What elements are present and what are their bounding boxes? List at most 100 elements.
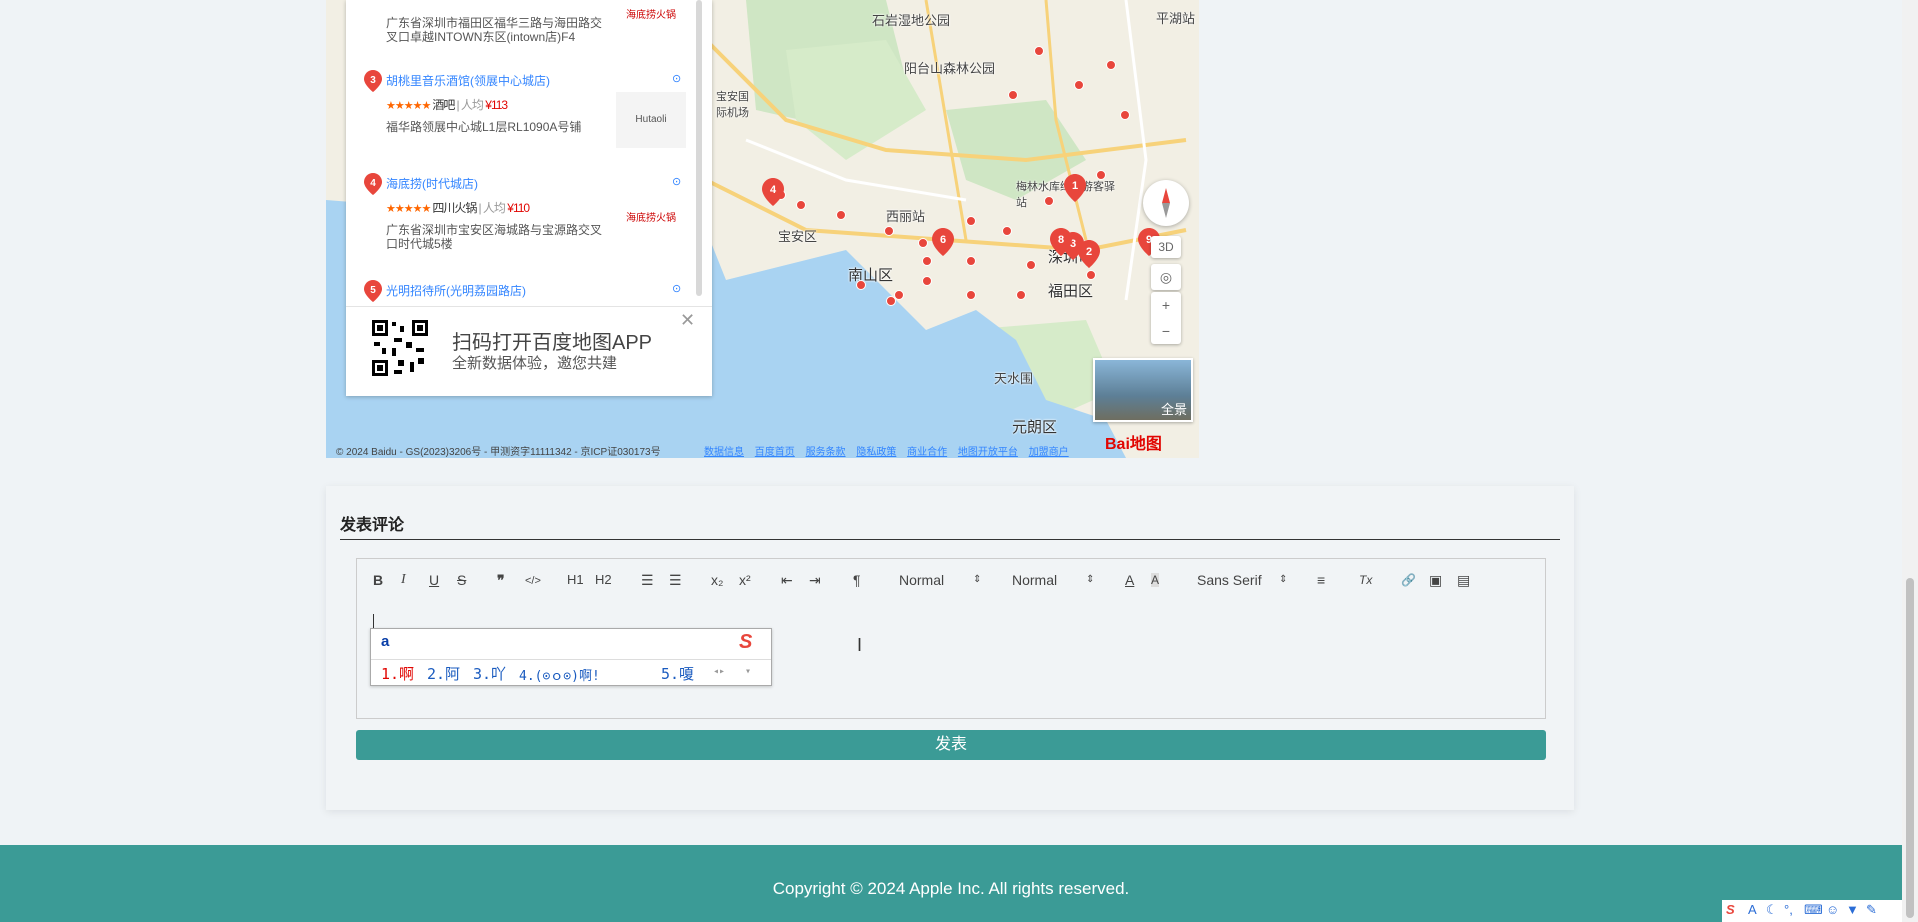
page-scrollbar[interactable] xyxy=(1902,0,1918,922)
superscript-button[interactable]: x² xyxy=(739,573,751,587)
map-marker[interactable]: 4 xyxy=(762,178,784,206)
header-1-button[interactable]: H1 xyxy=(567,573,584,587)
bold-button[interactable]: B xyxy=(373,573,383,587)
poi-dot[interactable] xyxy=(1016,290,1026,300)
poi-dot[interactable] xyxy=(1096,170,1106,180)
header-2-button[interactable]: H2 xyxy=(595,573,612,587)
map-label: 西丽站 xyxy=(886,209,926,224)
poi-dot[interactable] xyxy=(966,256,976,266)
map-link[interactable]: 隐私政策 xyxy=(856,447,896,458)
map-marker[interactable]: 6 xyxy=(932,228,954,256)
code-block-button[interactable]: </> xyxy=(525,574,541,588)
submit-button[interactable]: 发表 xyxy=(356,730,1546,760)
3d-toggle-button[interactable]: 3D xyxy=(1151,236,1181,258)
poi-dot[interactable] xyxy=(966,290,976,300)
result-item[interactable]: 广东省深圳市福田区福华三路与海田路交叉口卓越INTOWN东区(intown店)F… xyxy=(346,0,696,56)
poi-dot[interactable] xyxy=(1074,80,1084,90)
ordered-list-button[interactable]: ☰ xyxy=(641,573,654,587)
outdent-button[interactable]: ⇤ xyxy=(781,573,793,587)
align-button[interactable]: ≡ xyxy=(1317,573,1325,587)
poi-dot[interactable] xyxy=(884,226,894,236)
text-direction-button[interactable]: ¶ xyxy=(853,573,861,587)
skin-icon[interactable]: ▼ xyxy=(1846,902,1859,917)
moon-icon[interactable]: ☾ xyxy=(1766,902,1778,918)
poi-dot[interactable] xyxy=(1120,110,1130,120)
font-select[interactable]: Sans Serif ⇕ xyxy=(1197,573,1287,587)
location-pin-icon[interactable]: ⊙ xyxy=(672,72,682,86)
user-icon[interactable]: ☺ xyxy=(1826,902,1839,917)
zoom-out-button[interactable]: − xyxy=(1151,318,1181,344)
result-title[interactable]: 光明招待所(光明荔园路店) xyxy=(386,282,526,299)
poi-dot[interactable] xyxy=(856,280,866,290)
strike-button[interactable]: S xyxy=(457,573,466,587)
subscript-button[interactable]: x₂ xyxy=(711,573,723,587)
zoom-in-button[interactable]: + xyxy=(1151,292,1181,318)
poi-dot[interactable] xyxy=(922,256,932,266)
result-title[interactable]: 胡桃里音乐酒馆(领展中心城店) xyxy=(386,72,550,89)
link-button[interactable]: 🔗 xyxy=(1401,573,1416,587)
close-icon[interactable]: ✕ xyxy=(680,310,695,331)
map-link[interactable]: 服务条款 xyxy=(806,447,846,458)
poi-dot[interactable] xyxy=(886,296,896,306)
punctuation-icon[interactable]: °, xyxy=(1784,902,1793,917)
map-marker[interactable]: 1 xyxy=(1064,174,1086,202)
result-title[interactable]: 海底捞(时代城店) xyxy=(386,175,478,192)
map-marker[interactable]: 8 xyxy=(1050,228,1072,256)
image-button[interactable]: ▣ xyxy=(1429,573,1442,587)
poi-dot[interactable] xyxy=(1008,90,1018,100)
result-item[interactable]: 5 光明招待所(光明荔园路店) ⊙ xyxy=(346,280,696,302)
footer-copyright: Copyright © 2024 Apple Inc. All rights r… xyxy=(772,879,1130,898)
text-color-button[interactable]: A xyxy=(1125,573,1134,587)
ime-candidate[interactable]: 2.阿 xyxy=(427,663,460,684)
map-link[interactable]: 加盟商户 xyxy=(1029,447,1069,458)
background-color-button[interactable]: A xyxy=(1151,573,1160,587)
poi-dot[interactable] xyxy=(1044,196,1054,206)
poi-dot[interactable] xyxy=(836,210,846,220)
poi-dot[interactable] xyxy=(1026,260,1036,270)
location-pin-icon[interactable]: ⊙ xyxy=(672,175,682,189)
poi-dot[interactable] xyxy=(1106,60,1116,70)
settings-icon[interactable]: ✎ xyxy=(1866,902,1877,918)
result-item[interactable]: 3 胡桃里音乐酒馆(领展中心城店) ★★★★★ 酒吧 | 人均 ¥113 福华路… xyxy=(346,70,696,160)
sogou-logo-icon[interactable]: S xyxy=(1726,902,1735,917)
result-item[interactable]: 4 海底捞(时代城店) ★★★★★ 四川火锅 | 人均 ¥110 广东省深圳市宝… xyxy=(346,173,696,263)
compass-control[interactable] xyxy=(1143,180,1189,226)
indent-button[interactable]: ⇥ xyxy=(809,573,821,587)
poi-dot[interactable] xyxy=(1002,226,1012,236)
ime-page-arrows-icon[interactable]: ◂▸ xyxy=(713,666,725,677)
clean-format-button[interactable]: Tx xyxy=(1359,573,1372,587)
map-link[interactable]: 数据信息 xyxy=(704,447,744,458)
italic-button[interactable]: I xyxy=(401,573,406,587)
poi-dot[interactable] xyxy=(922,276,932,286)
ime-candidate[interactable]: 3.吖 xyxy=(473,663,506,684)
price-label: 人均 xyxy=(482,201,506,215)
ime-candidate[interactable]: 4.(⊙ｏ⊙)啊! xyxy=(519,665,600,684)
scrollbar-thumb[interactable] xyxy=(1906,578,1914,918)
price-value: ¥113 xyxy=(485,98,508,112)
size-select[interactable]: Normal ⇕ xyxy=(1012,573,1094,587)
ime-expand-icon[interactable]: ▾ xyxy=(745,666,751,677)
panorama-button[interactable]: 全景 xyxy=(1093,358,1193,422)
poi-dot[interactable] xyxy=(796,200,806,210)
poi-dot[interactable] xyxy=(1034,46,1044,56)
map-link[interactable]: 地图开放平台 xyxy=(958,447,1018,458)
video-button[interactable]: ▤ xyxy=(1457,573,1470,587)
ime-candidate-window: a S 1.啊 2.阿 3.吖 4.(⊙ｏ⊙)啊! 5.嗄 ◂▸ ▾ xyxy=(370,628,772,686)
panel-scrollbar[interactable] xyxy=(696,0,702,296)
sogou-logo-icon: S xyxy=(739,631,753,653)
locate-button[interactable]: ◎ xyxy=(1151,264,1181,290)
blockquote-button[interactable]: ❞ xyxy=(497,573,505,587)
map-link[interactable]: 百度首页 xyxy=(755,447,795,458)
language-icon[interactable]: A xyxy=(1748,902,1757,917)
location-pin-icon[interactable]: ⊙ xyxy=(672,282,682,296)
ime-candidate[interactable]: 5.嗄 xyxy=(661,663,694,684)
header-select[interactable]: Normal ⇕ xyxy=(899,573,981,587)
bullet-list-button[interactable]: ☰ xyxy=(669,573,682,587)
poi-dot[interactable] xyxy=(1086,270,1096,280)
poi-dot[interactable] xyxy=(918,238,928,248)
map-link[interactable]: 商业合作 xyxy=(907,447,947,458)
underline-button[interactable]: U xyxy=(429,573,439,587)
ime-candidate[interactable]: 1.啊 xyxy=(381,663,414,684)
poi-dot[interactable] xyxy=(966,216,976,226)
keyboard-icon[interactable]: ⌨ xyxy=(1804,902,1823,918)
